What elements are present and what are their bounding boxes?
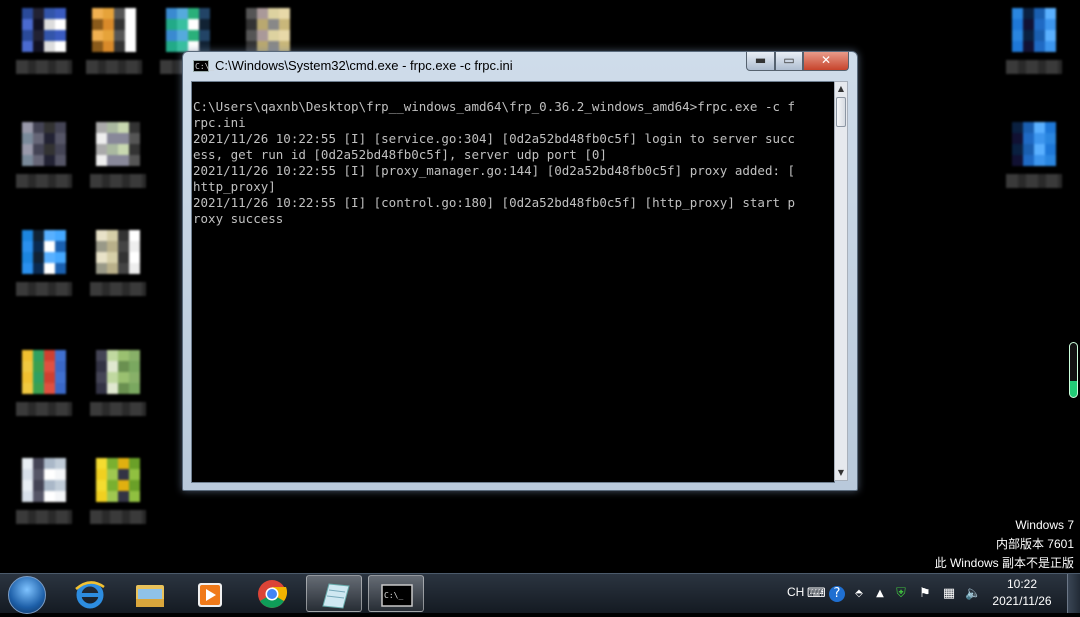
action-center-flag-icon[interactable]: ⚑ <box>917 586 933 602</box>
app-icon <box>22 230 66 274</box>
app-icon <box>22 122 66 166</box>
show-desktop-button[interactable] <box>1067 574 1080 613</box>
app-icon <box>92 8 136 52</box>
clock[interactable]: 10:22 2021/11/26 <box>988 576 1056 610</box>
windows-watermark: Windows 7 内部版本 7601 此 Windows 副本不是正版 <box>935 516 1074 573</box>
desktop-icon[interactable] <box>90 458 146 532</box>
app-icon <box>1012 8 1056 52</box>
desktop-icon-label <box>90 282 146 296</box>
console-output-area[interactable]: C:\Users\qaxnb\Desktop\frp__windows_amd6… <box>191 81 835 483</box>
language-indicator[interactable]: CH <box>787 585 804 599</box>
keyboard-icon[interactable]: ⌨ <box>807 586 826 602</box>
taskbar-chrome[interactable] <box>244 575 300 612</box>
desktop-icon[interactable] <box>90 122 146 196</box>
desktop-icon[interactable] <box>16 458 72 532</box>
desktop-gadget[interactable] <box>1069 342 1078 398</box>
ime-settings-icon[interactable]: ⬘ <box>851 586 867 602</box>
watermark-notice: 此 Windows 副本不是正版 <box>934 556 1074 570</box>
desktop-icon[interactable] <box>90 350 146 424</box>
taskbar-media-player[interactable] <box>182 575 238 612</box>
console-line: C:\Users\qaxnb\Desktop\frp__windows_amd6… <box>193 99 796 114</box>
security-shield-icon[interactable]: ⛨ <box>893 586 909 602</box>
app-icon <box>22 8 66 52</box>
desktop-icon[interactable] <box>16 230 72 304</box>
app-icon <box>166 8 210 52</box>
clock-time: 10:22 <box>1006 577 1038 591</box>
notepad-icon <box>322 583 350 609</box>
console-line: 2021/11/26 10:22:55 [I] [service.go:304]… <box>193 131 796 146</box>
vertical-scrollbar[interactable]: ▲ ▼ <box>834 81 848 481</box>
scroll-down-arrow-icon[interactable]: ▼ <box>835 466 847 480</box>
close-button[interactable]: ✕ <box>803 52 849 71</box>
desktop-icon-label <box>90 510 146 524</box>
console-line: roxy success <box>193 211 284 226</box>
app-icon <box>96 230 140 274</box>
window-title: C:\Windows\System32\cmd.exe - frpc.exe -… <box>215 58 513 73</box>
desktop-icon-label <box>90 402 146 416</box>
desktop-icon-label <box>16 282 72 296</box>
svg-text:C:\_: C:\_ <box>384 591 403 600</box>
watermark-build: 内部版本 7601 <box>995 537 1074 551</box>
chrome-icon <box>258 580 288 608</box>
cmd-icon[interactable]: C:\_ <box>193 60 214 72</box>
app-icon <box>246 8 290 52</box>
desktop-icon-label <box>16 174 72 188</box>
console-line: rpc.ini <box>193 115 246 130</box>
console-line: 2021/11/26 10:22:55 [I] [control.go:180]… <box>193 195 796 210</box>
desktop-icon-label <box>16 402 72 416</box>
desktop-icon[interactable] <box>90 230 146 304</box>
cmd-window[interactable]: C:\_ C:\Windows\System32\cmd.exe - frpc.… <box>182 51 858 491</box>
app-icon <box>96 458 140 502</box>
app-icon <box>1012 122 1056 166</box>
app-icon <box>22 458 66 502</box>
desktop-icon[interactable] <box>86 8 142 82</box>
console-line: ess, get run id [0d2a52bd48fb0c5f], serv… <box>193 147 607 162</box>
start-button[interactable] <box>8 576 46 614</box>
cmd-icon: C:\_ <box>381 584 413 607</box>
taskbar-notepad[interactable] <box>306 575 362 612</box>
watermark-os: Windows 7 <box>1015 518 1074 532</box>
network-icon[interactable]: ▦ <box>941 586 957 602</box>
desktop-icon-label <box>90 174 146 188</box>
taskbar-ie[interactable] <box>62 575 118 612</box>
minimize-button[interactable]: ▬ <box>746 52 775 71</box>
console-text: C:\Users\qaxnb\Desktop\frp__windows_amd6… <box>193 99 795 227</box>
scroll-up-arrow-icon[interactable]: ▲ <box>835 82 847 96</box>
console-line: http_proxy] <box>193 179 276 194</box>
ie-icon <box>75 581 105 609</box>
taskbar: C:\_ CH ⌨ ? ⬘ ▲ ⛨ ⚑ ▦ 🔈 10:22 2021/11/26 <box>0 573 1080 614</box>
app-icon <box>96 122 140 166</box>
app-icon <box>22 350 66 394</box>
clock-date: 2021/11/26 <box>992 594 1052 608</box>
desktop-icon-label <box>1006 60 1062 74</box>
desktop-icon-label <box>86 60 142 74</box>
show-hidden-icons-icon[interactable]: ▲ <box>872 586 888 602</box>
desktop-icon-label <box>1006 174 1062 188</box>
desktop-icon[interactable] <box>1006 122 1062 196</box>
desktop-icon[interactable] <box>16 350 72 424</box>
help-icon[interactable]: ? <box>829 586 845 602</box>
console-line: 2021/11/26 10:22:55 [I] [proxy_manager.g… <box>193 163 796 178</box>
media-player-icon <box>198 583 222 607</box>
scroll-thumb[interactable] <box>836 97 846 127</box>
desktop-icon-label <box>16 60 72 74</box>
taskbar-explorer[interactable] <box>122 575 178 612</box>
volume-icon[interactable]: 🔈 <box>965 586 981 602</box>
taskbar-cmd[interactable]: C:\_ <box>368 575 424 612</box>
maximize-button[interactable]: ▭ <box>775 52 803 71</box>
desktop-icon[interactable] <box>16 122 72 196</box>
desktop-icon[interactable] <box>1006 8 1062 82</box>
title-bar[interactable]: C:\_ C:\Windows\System32\cmd.exe - frpc.… <box>183 52 857 80</box>
desktop-icon[interactable] <box>16 8 72 82</box>
app-icon <box>96 350 140 394</box>
desktop-icon-label <box>16 510 72 524</box>
file-explorer-icon <box>136 585 164 607</box>
